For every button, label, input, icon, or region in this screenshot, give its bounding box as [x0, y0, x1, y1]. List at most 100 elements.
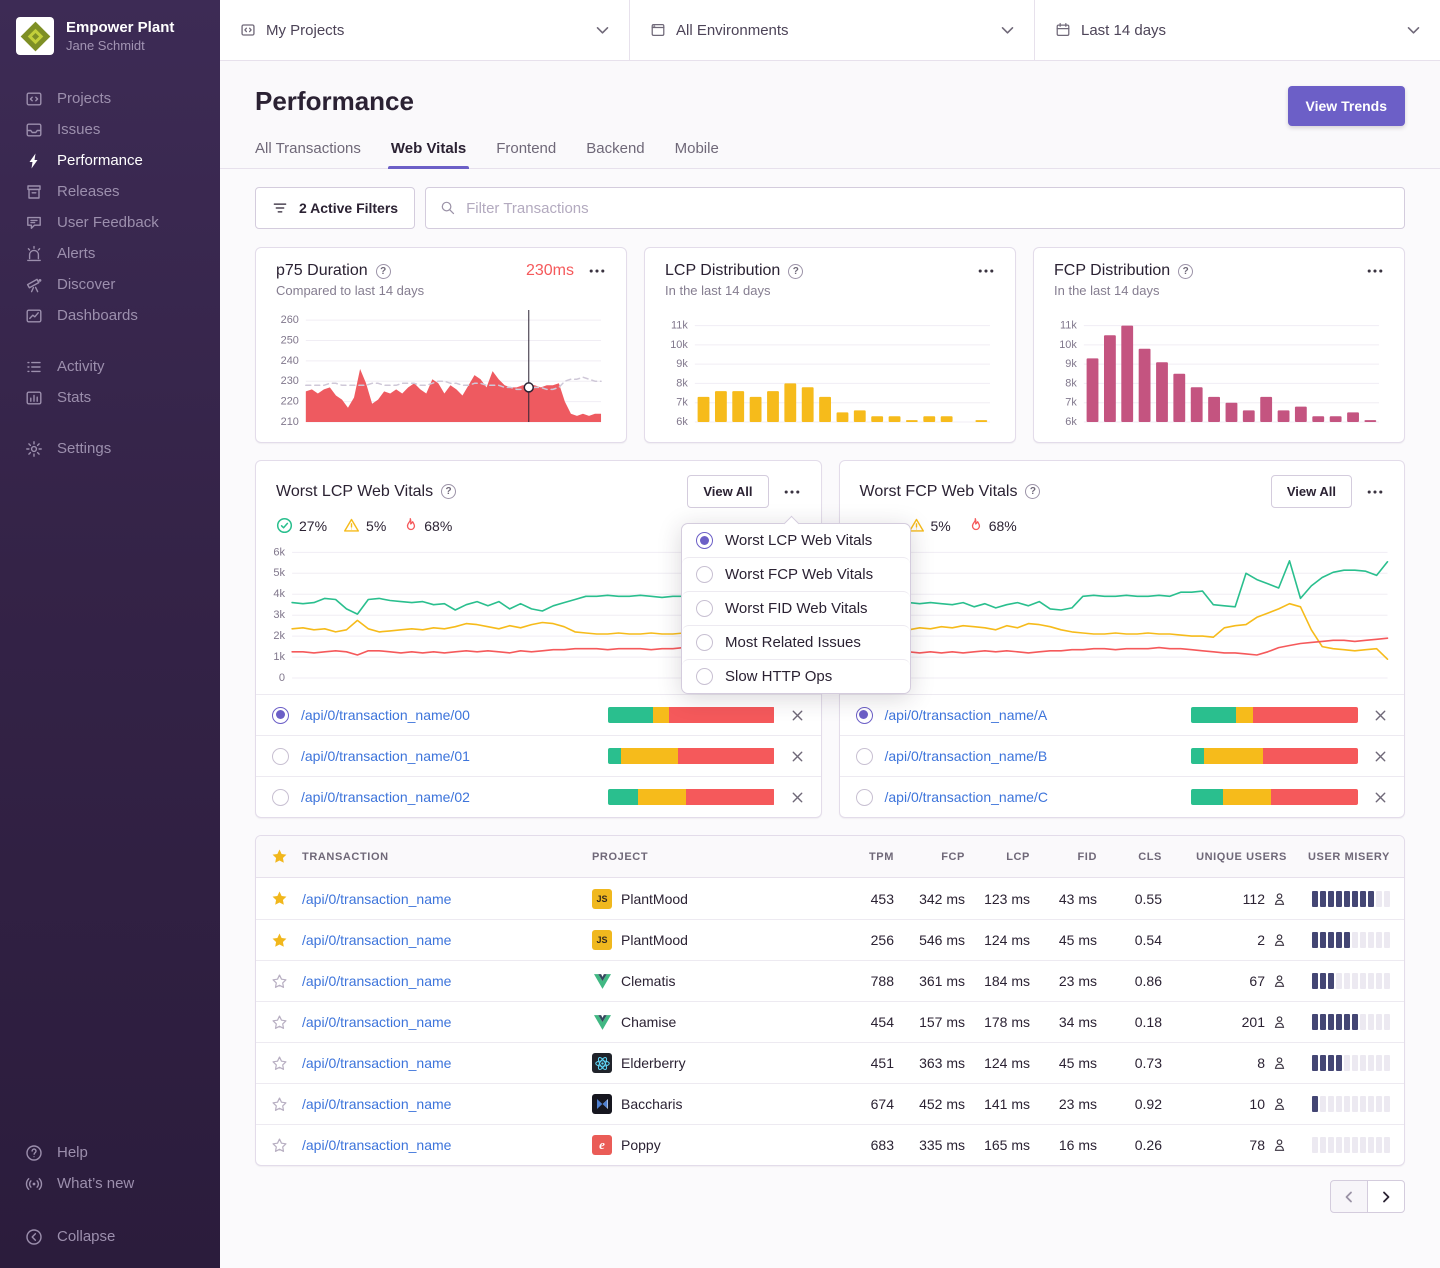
tab-web-vitals[interactable]: Web Vitals — [391, 140, 466, 168]
star-outline-icon[interactable] — [256, 973, 302, 990]
card-menu-icon[interactable] — [588, 262, 606, 280]
transaction-link[interactable]: /api/0/transaction_name — [302, 1014, 592, 1030]
transaction-link[interactable]: /api/0/transaction_name — [302, 1055, 592, 1071]
dropdown-option-most-related-issues[interactable]: Most Related Issues — [682, 625, 910, 659]
sidebar-item-collapse[interactable]: Collapse — [0, 1221, 220, 1252]
transaction-link[interactable]: /api/0/transaction_name/A — [885, 707, 1048, 723]
sidebar-item-user-feedback[interactable]: User Feedback — [0, 207, 220, 238]
transaction-link[interactable]: /api/0/transaction_name/01 — [301, 748, 470, 764]
date-range-selector[interactable]: Last 14 days — [1035, 0, 1440, 60]
column-header-tpm[interactable]: TPM — [840, 851, 894, 863]
previous-page-button[interactable] — [1330, 1180, 1368, 1213]
sidebar-item-label: User Feedback — [57, 214, 159, 231]
sidebar-item-stats[interactable]: Stats — [0, 382, 220, 413]
star-outline-icon[interactable] — [256, 1014, 302, 1031]
star-filled-icon[interactable] — [256, 890, 302, 907]
star-icon[interactable] — [256, 848, 302, 865]
sidebar-item-performance[interactable]: Performance — [0, 145, 220, 176]
star-outline-icon[interactable] — [256, 1096, 302, 1113]
column-header-fid[interactable]: FID — [1030, 851, 1097, 863]
column-header-transaction[interactable]: TRANSACTION — [302, 851, 592, 863]
view-all-button[interactable]: View All — [687, 475, 768, 508]
column-header-fcp[interactable]: FCP — [894, 851, 965, 863]
tab-frontend[interactable]: Frontend — [496, 140, 556, 168]
next-page-button[interactable] — [1367, 1180, 1405, 1213]
org-switcher[interactable]: Empower Plant Jane Schmidt — [0, 0, 220, 69]
transaction-link[interactable]: /api/0/transaction_name — [302, 891, 592, 907]
help-icon[interactable]: ? — [376, 264, 391, 279]
close-icon[interactable] — [1373, 790, 1388, 805]
radio-button[interactable] — [272, 789, 289, 806]
lcp-value: 123 ms — [965, 891, 1030, 907]
card-menu-icon[interactable] — [1366, 483, 1384, 501]
radio-button[interactable] — [272, 707, 289, 724]
view-trends-button[interactable]: View Trends — [1288, 86, 1405, 126]
help-icon[interactable]: ? — [441, 484, 456, 499]
star-filled-icon[interactable] — [256, 932, 302, 949]
close-icon[interactable] — [1373, 749, 1388, 764]
project-cell[interactable]: Baccharis — [592, 1094, 840, 1114]
column-header-lcp[interactable]: LCP — [965, 851, 1030, 863]
transaction-link[interactable]: /api/0/transaction_name/02 — [301, 789, 470, 805]
transaction-link[interactable]: /api/0/transaction_name — [302, 1096, 592, 1112]
close-icon[interactable] — [790, 749, 805, 764]
project-cell[interactable]: JSPlantMood — [592, 930, 840, 950]
project-cell[interactable]: ePoppy — [592, 1135, 840, 1155]
sidebar-item-projects[interactable]: Projects — [0, 83, 220, 114]
help-icon[interactable]: ? — [1178, 264, 1193, 279]
radio-button[interactable] — [856, 748, 873, 765]
radio-button[interactable] — [272, 748, 289, 765]
column-header-cls[interactable]: CLS — [1097, 851, 1162, 863]
sidebar-item-dashboards[interactable]: Dashboards — [0, 300, 220, 331]
project-cell[interactable]: Clematis — [592, 971, 840, 991]
help-icon[interactable]: ? — [1025, 484, 1040, 499]
sidebar-item-activity[interactable]: Activity — [0, 351, 220, 382]
star-outline-icon[interactable] — [256, 1055, 302, 1072]
project-cell[interactable]: Elderberry — [592, 1053, 840, 1073]
transaction-link[interactable]: /api/0/transaction_name/C — [885, 789, 1048, 805]
tab-mobile[interactable]: Mobile — [675, 140, 719, 168]
close-icon[interactable] — [790, 790, 805, 805]
page-title: Performance — [255, 86, 414, 117]
tab-all-transactions[interactable]: All Transactions — [255, 140, 361, 168]
sidebar-item-discover[interactable]: Discover — [0, 269, 220, 300]
transaction-link[interactable]: /api/0/transaction_name/00 — [301, 707, 470, 723]
radio-button[interactable] — [856, 789, 873, 806]
card-menu-icon[interactable] — [1366, 262, 1384, 280]
transaction-link[interactable]: /api/0/transaction_name — [302, 973, 592, 989]
dropdown-option-worst-fcp-web-vitals[interactable]: Worst FCP Web Vitals — [682, 557, 910, 591]
transaction-link[interactable]: /api/0/transaction_name — [302, 1137, 592, 1153]
project-selector[interactable]: My Projects — [220, 0, 630, 60]
column-header-user-misery[interactable]: USER MISERY — [1287, 851, 1404, 863]
help-icon[interactable]: ? — [788, 264, 803, 279]
tab-backend[interactable]: Backend — [586, 140, 644, 168]
search-input[interactable] — [466, 200, 1390, 217]
environment-selector[interactable]: All Environments — [630, 0, 1035, 60]
sidebar-item-issues[interactable]: Issues — [0, 114, 220, 145]
close-icon[interactable] — [1373, 708, 1388, 723]
dropdown-option-worst-lcp-web-vitals[interactable]: Worst LCP Web Vitals — [682, 524, 910, 557]
project-cell[interactable]: JSPlantMood — [592, 889, 840, 909]
star-outline-icon[interactable] — [256, 1137, 302, 1154]
column-header-project[interactable]: PROJECT — [592, 851, 840, 863]
sidebar-item-label: Stats — [57, 389, 91, 406]
project-cell[interactable]: Chamise — [592, 1012, 840, 1032]
card-menu-icon[interactable] — [977, 262, 995, 280]
dropdown-option-worst-fid-web-vitals[interactable]: Worst FID Web Vitals — [682, 591, 910, 625]
active-filters-button[interactable]: 2 Active Filters — [255, 187, 415, 229]
column-header-unique-users[interactable]: UNIQUE USERS — [1162, 851, 1287, 863]
sidebar-item-settings[interactable]: Settings — [0, 433, 220, 464]
collapse-icon — [25, 1228, 43, 1246]
project-selector-label: My Projects — [266, 22, 344, 39]
card-menu-icon[interactable] — [783, 483, 801, 501]
sidebar-item-help[interactable]: Help — [0, 1137, 220, 1168]
radio-button[interactable] — [856, 707, 873, 724]
sidebar-item-releases[interactable]: Releases — [0, 176, 220, 207]
transaction-link[interactable]: /api/0/transaction_name/B — [885, 748, 1048, 764]
transaction-link[interactable]: /api/0/transaction_name — [302, 932, 592, 948]
sidebar-item-alerts[interactable]: Alerts — [0, 238, 220, 269]
dropdown-option-slow-http-ops[interactable]: Slow HTTP Ops — [682, 659, 910, 693]
view-all-button[interactable]: View All — [1271, 475, 1352, 508]
close-icon[interactable] — [790, 708, 805, 723]
sidebar-item-what-s-new[interactable]: What’s new — [0, 1168, 220, 1199]
